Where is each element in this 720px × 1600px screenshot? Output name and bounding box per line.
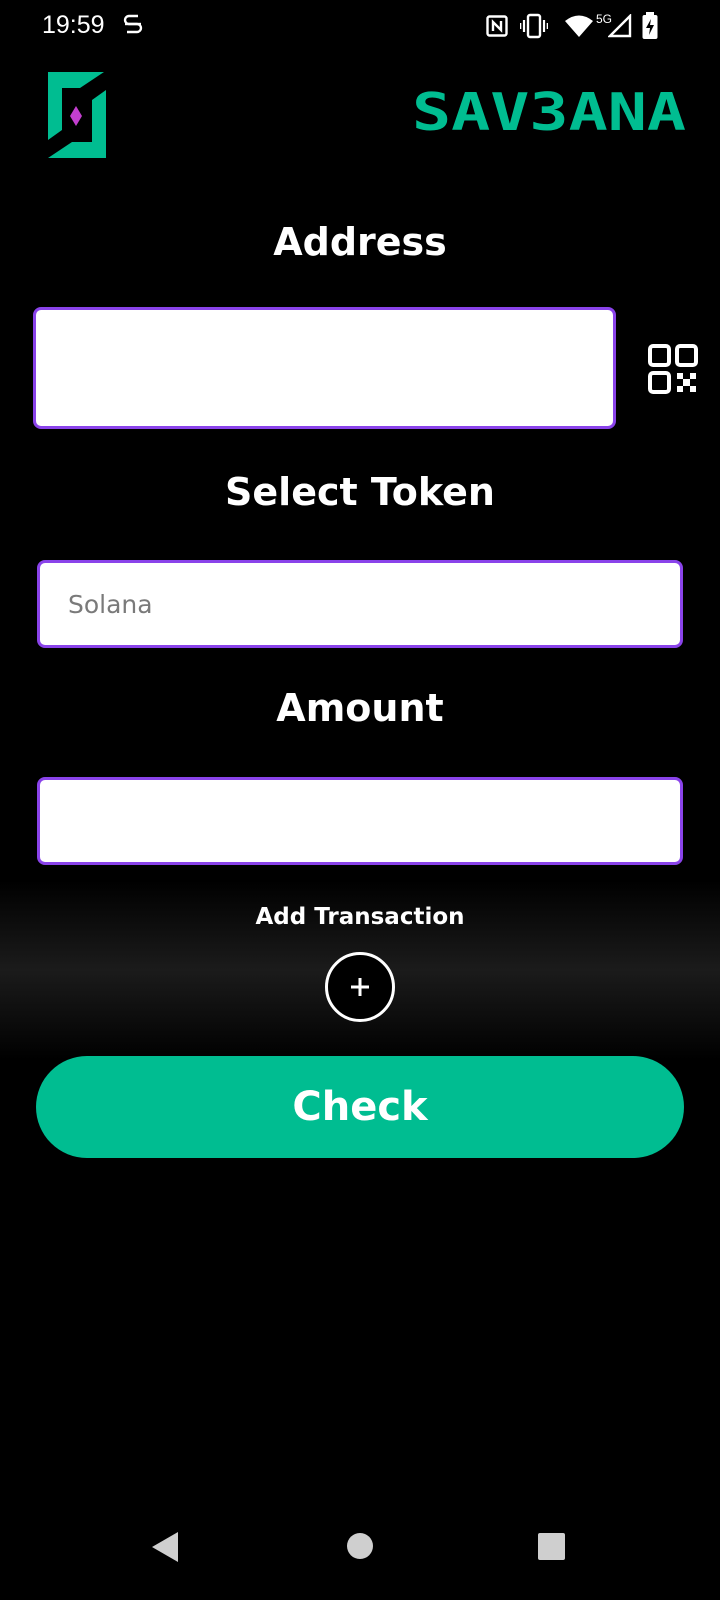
status-bar: 19:59 5G <box>0 0 720 56</box>
status-time: 19:59 <box>42 11 105 39</box>
address-label: Address <box>273 220 447 264</box>
wifi-icon <box>565 15 593 37</box>
navigation-bar <box>0 1520 720 1600</box>
battery-charging-icon <box>642 12 658 39</box>
add-transaction-label: Add Transaction <box>255 904 465 930</box>
token-select-value: Solana <box>68 589 153 619</box>
signal-icon <box>608 14 632 38</box>
svg-text:SAV3ANA: SAV3ANA <box>412 86 686 142</box>
nfc-icon <box>486 15 508 37</box>
check-button[interactable]: Check <box>36 1056 684 1158</box>
recents-icon[interactable] <box>538 1533 565 1560</box>
amount-label: Amount <box>276 686 444 730</box>
back-icon[interactable] <box>150 1530 180 1564</box>
add-transaction-button[interactable] <box>325 952 395 1022</box>
address-input[interactable] <box>33 307 616 429</box>
token-select[interactable]: Solana <box>37 560 683 648</box>
amount-input[interactable] <box>37 777 683 865</box>
status-icons: 5G <box>480 0 720 56</box>
select-token-label: Select Token <box>225 470 495 514</box>
brand-wordmark: SAV3ANA <box>412 86 686 142</box>
home-icon[interactable] <box>346 1532 374 1560</box>
app-notification-icon <box>123 14 143 34</box>
qr-code-icon[interactable] <box>648 344 698 394</box>
vibrate-icon <box>520 13 548 39</box>
savana-logo-icon <box>48 72 106 158</box>
plus-icon <box>351 978 369 996</box>
check-button-label: Check <box>292 1084 428 1130</box>
